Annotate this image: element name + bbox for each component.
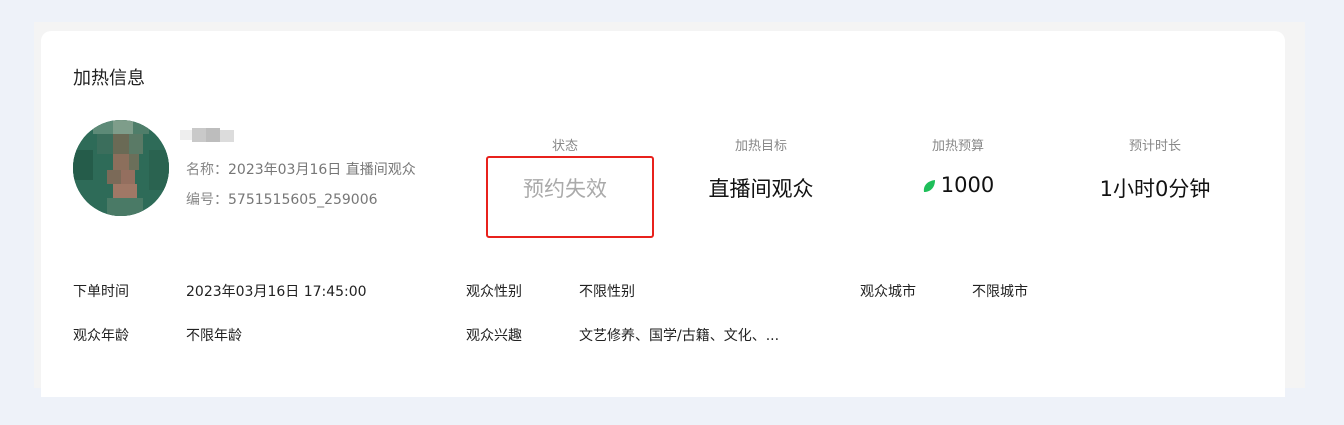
stat-budget: 加热预算 1000 bbox=[858, 135, 1058, 197]
campaign-name-label: 名称： bbox=[186, 162, 228, 178]
stat-duration-label: 预计时长 bbox=[1128, 139, 1181, 154]
interest-label: 观众兴趣 bbox=[466, 328, 522, 344]
city-value: 不限城市 bbox=[972, 284, 1028, 300]
gender-value: 不限性别 bbox=[579, 284, 635, 300]
gender-label: 观众性别 bbox=[466, 284, 522, 300]
interest-value: 文艺修养、国学/古籍、文化、... bbox=[579, 328, 780, 344]
age-label: 观众年龄 bbox=[73, 328, 129, 344]
nickname-blurred bbox=[180, 122, 236, 146]
campaign-id: 编号：5751515605_259006 bbox=[186, 189, 378, 209]
status-highlight-box bbox=[486, 156, 654, 238]
stat-target-label: 加热目标 bbox=[734, 139, 787, 154]
avatar bbox=[73, 120, 169, 216]
stat-target-value: 直播间观众 bbox=[708, 177, 814, 201]
stat-duration-value: 1小时0分钟 bbox=[1099, 177, 1211, 201]
section-title: 加热信息 bbox=[73, 68, 145, 89]
campaign-id-value: 5751515605_259006 bbox=[228, 192, 378, 208]
campaign-name: 名称：2023年03月16日 直播间观众 bbox=[186, 159, 416, 179]
stat-target: 加热目标 直播间观众 bbox=[661, 135, 861, 203]
leaf-icon bbox=[923, 180, 935, 192]
city-label: 观众城市 bbox=[860, 284, 916, 300]
stat-duration: 预计时长 1小时0分钟 bbox=[1055, 135, 1255, 203]
stat-budget-label: 加热预算 bbox=[931, 139, 984, 154]
campaign-id-label: 编号： bbox=[186, 192, 228, 208]
order-time-value: 2023年03月16日 17:45:00 bbox=[186, 284, 367, 300]
stat-budget-value: 1000 bbox=[940, 173, 995, 197]
campaign-name-value: 2023年03月16日 直播间观众 bbox=[228, 162, 416, 178]
age-value: 不限年龄 bbox=[186, 328, 242, 344]
order-time-label: 下单时间 bbox=[73, 284, 129, 300]
stat-status-label: 状态 bbox=[551, 139, 578, 154]
